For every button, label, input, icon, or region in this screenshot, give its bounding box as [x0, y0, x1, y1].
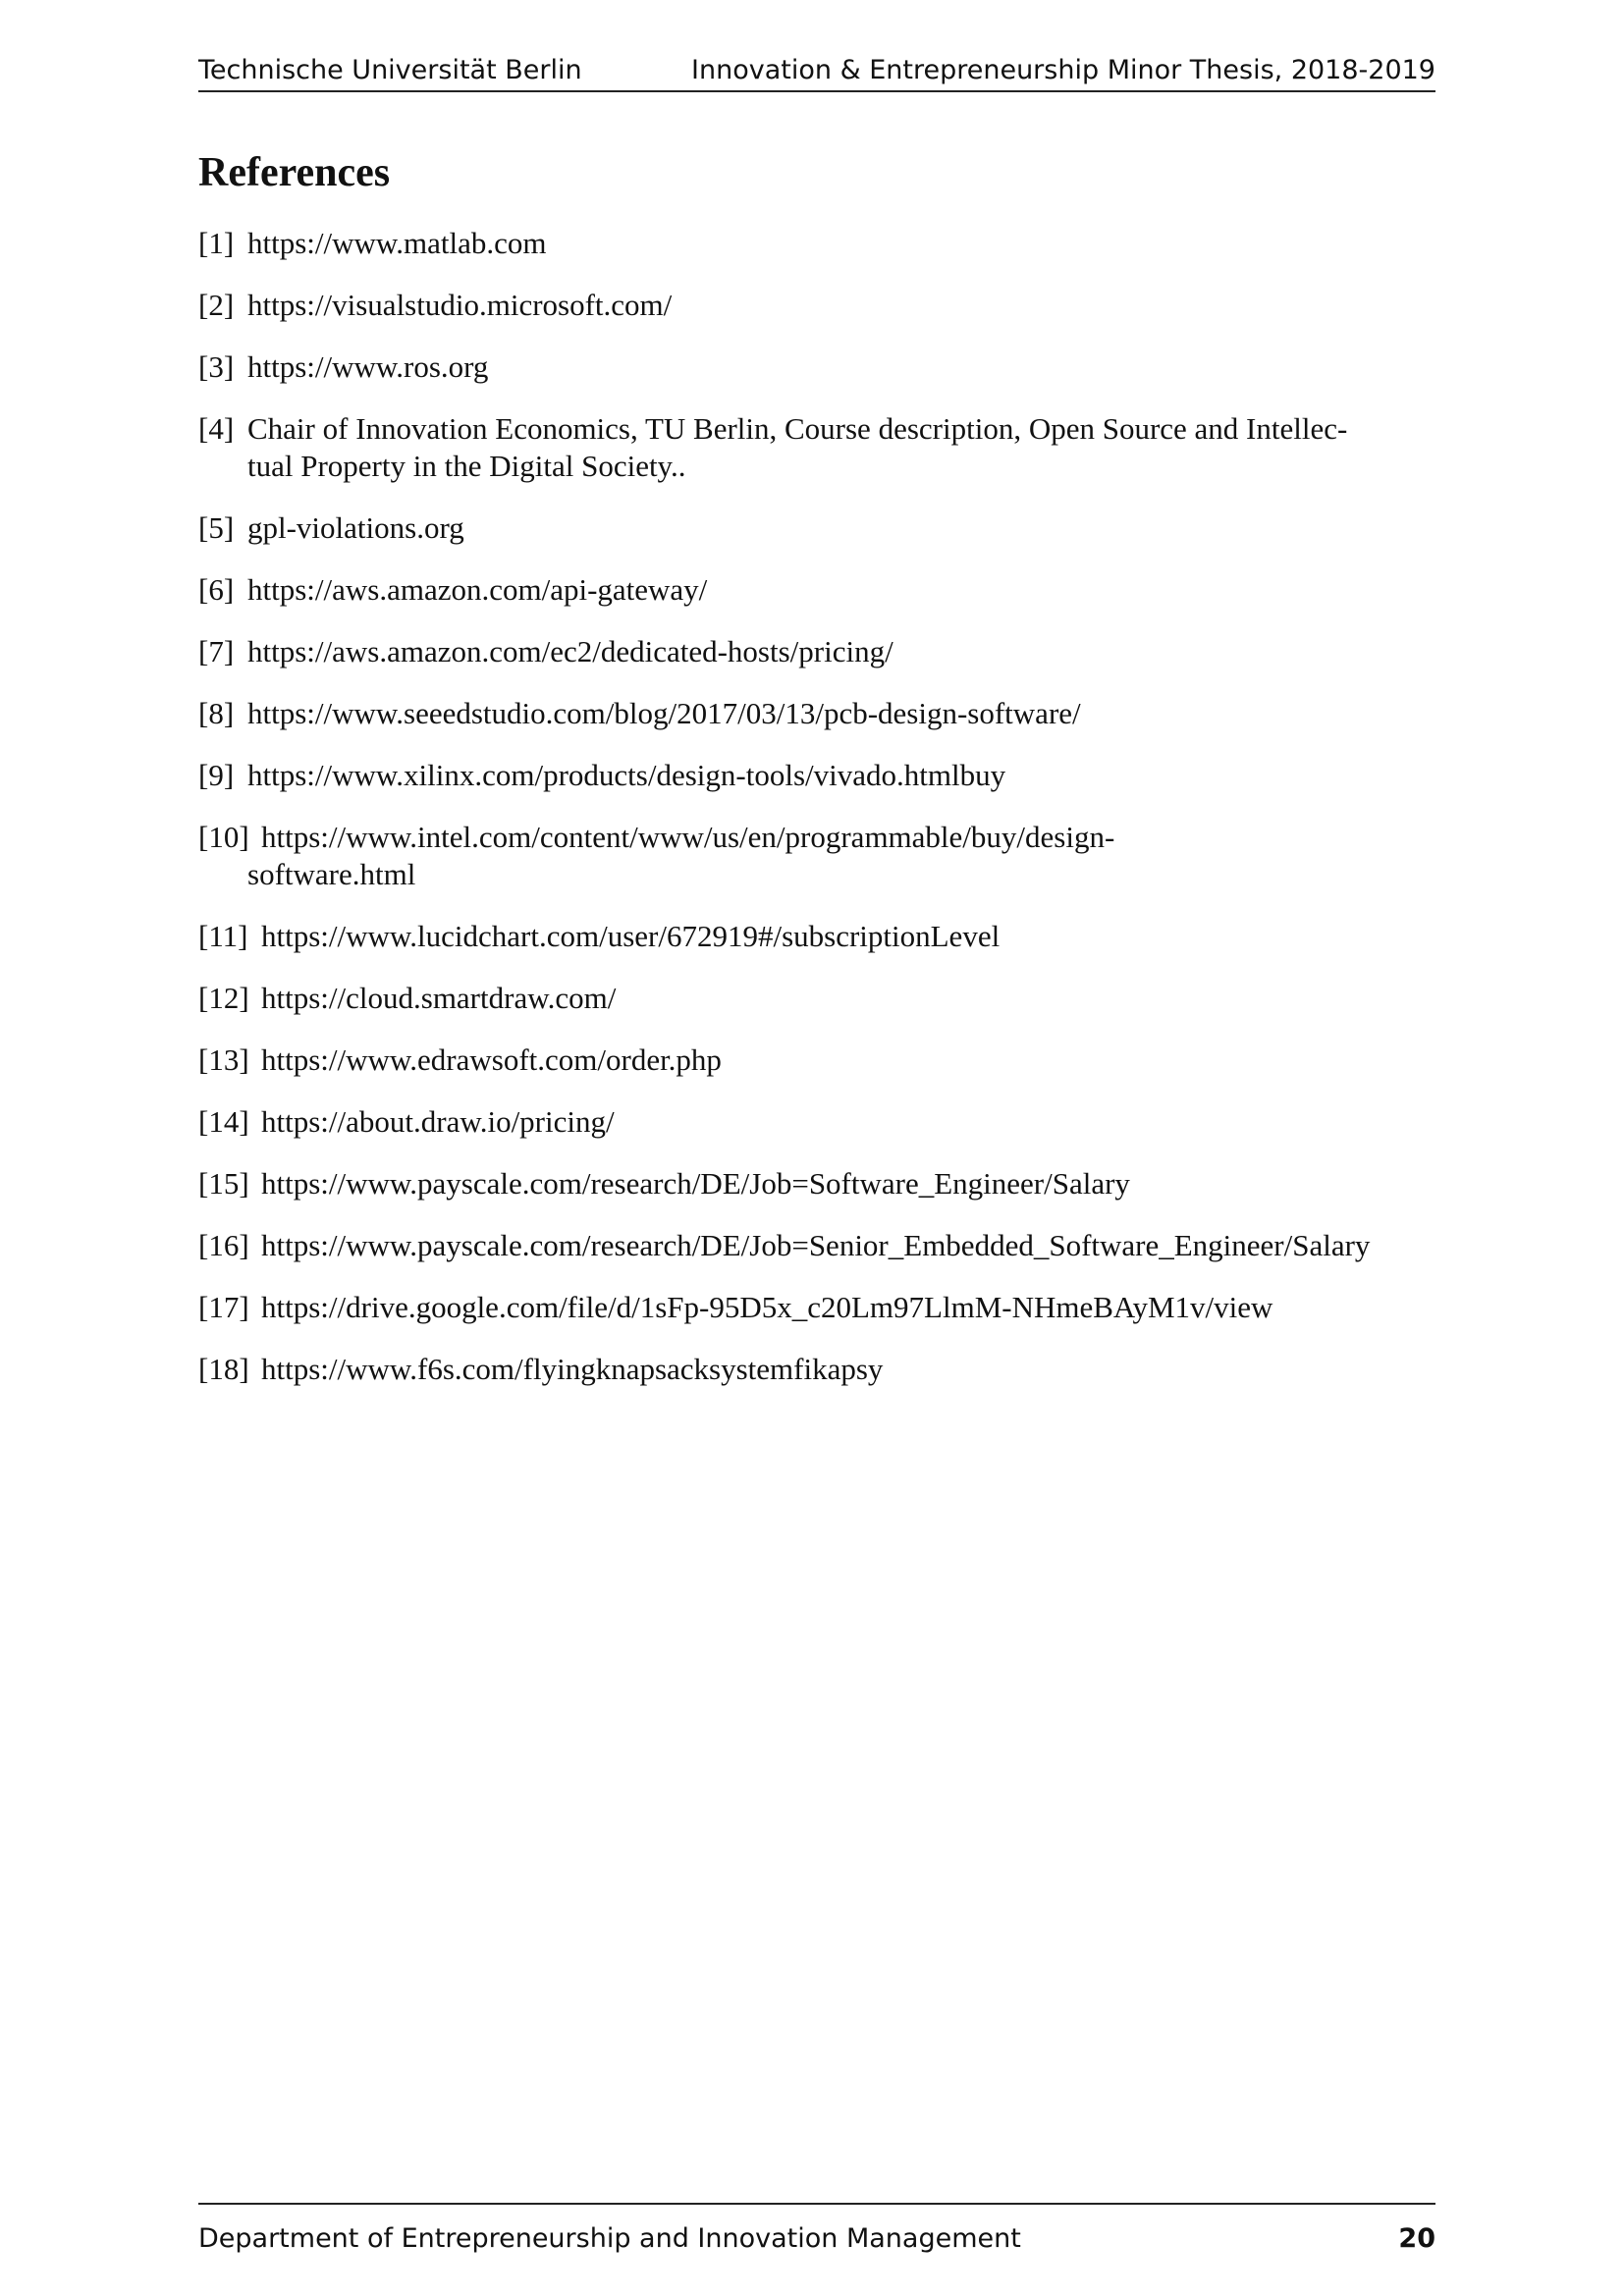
reference-link[interactable]: https://aws.amazon.com/ec2/dedicated-hos…: [247, 634, 893, 668]
reference-number: [4]: [198, 411, 235, 446]
reference-item: [2] https://visualstudio.microsoft.com/: [198, 287, 1494, 324]
reference-item: [15] https://www.payscale.com/research/DE…: [198, 1165, 1494, 1202]
reference-item: [16] https://www.payscale.com/research/DE…: [198, 1227, 1494, 1264]
reference-link-continued[interactable]: software.html: [198, 856, 1494, 893]
reference-item: [10] https://www.intel.com/content/www/us…: [198, 819, 1494, 893]
reference-number: [5]: [198, 510, 235, 545]
footer-department: Department of Entrepreneurship and Innov…: [198, 2223, 1021, 2254]
reference-link[interactable]: https://www.payscale.com/research/DE/Job…: [261, 1228, 1370, 1262]
reference-link[interactable]: https://www.ros.org: [247, 349, 488, 384]
reference-number: [18]: [198, 1352, 249, 1386]
reference-link[interactable]: https://www.seeedstudio.com/blog/2017/03…: [247, 696, 1081, 730]
reference-link[interactable]: https://drive.google.com/file/d/1sFp-95D…: [261, 1290, 1272, 1324]
reference-item: [4] Chair of Innovation Economics, TU Ber…: [198, 410, 1494, 485]
reference-item: [18] https://www.f6s.com/flyingknapsacksy…: [198, 1351, 1494, 1388]
header-thesis-title: Innovation & Entrepreneurship Minor Thes…: [691, 55, 1435, 85]
reference-link[interactable]: gpl-violations.org: [247, 510, 464, 545]
reference-item: [13] https://www.edrawsoft.com/order.php: [198, 1041, 1494, 1079]
reference-number: [13]: [198, 1042, 249, 1077]
reference-link[interactable]: https://www.f6s.com/flyingknapsacksystem…: [261, 1352, 883, 1386]
reference-number: [1]: [198, 226, 235, 260]
reference-item: [7] https://aws.amazon.com/ec2/dedicated-…: [198, 633, 1494, 670]
reference-number: [15]: [198, 1166, 249, 1201]
reference-item: [17] https://drive.google.com/file/d/1sFp…: [198, 1289, 1494, 1326]
reference-number: [16]: [198, 1228, 249, 1262]
reference-list: [1] https://www.matlab.com [2] https://vis…: [198, 225, 1494, 1413]
page-footer: Department of Entrepreneurship and Innov…: [198, 2203, 1435, 2254]
page-number: 20: [1398, 2223, 1435, 2254]
reference-link[interactable]: https://www.intel.com/content/www/us/en/…: [261, 820, 1114, 854]
reference-number: [3]: [198, 349, 235, 384]
reference-text-continued: tual Property in the Digital Society..: [247, 449, 686, 483]
reference-item: [9] https://www.xilinx.com/products/desig…: [198, 757, 1494, 794]
reference-item: [14] https://about.draw.io/pricing/: [198, 1103, 1494, 1141]
page-header: Technische Universität Berlin Innovation…: [198, 51, 1435, 92]
reference-number: [11]: [198, 919, 248, 953]
reference-link[interactable]: https://www.matlab.com: [247, 226, 547, 260]
reference-number: [8]: [198, 696, 235, 730]
reference-link[interactable]: https://aws.amazon.com/api-gateway/: [247, 572, 707, 607]
reference-link[interactable]: https://www.lucidchart.com/user/672919#/…: [261, 919, 1000, 953]
reference-link[interactable]: https://www.payscale.com/research/DE/Job…: [261, 1166, 1130, 1201]
reference-item: [11] https://www.lucidchart.com/user/6729…: [198, 918, 1494, 955]
header-institution: Technische Universität Berlin: [198, 55, 582, 85]
reference-item: [8] https://www.seeedstudio.com/blog/2017…: [198, 695, 1494, 732]
reference-item: [1] https://www.matlab.com: [198, 225, 1494, 262]
reference-item: [12] https://cloud.smartdraw.com/: [198, 980, 1494, 1017]
reference-number: [6]: [198, 572, 235, 607]
reference-link[interactable]: https://visualstudio.microsoft.com/: [247, 288, 672, 322]
reference-number: [7]: [198, 634, 235, 668]
reference-text: Chair of Innovation Economics, TU Berlin…: [247, 411, 1348, 446]
reference-link[interactable]: https://about.draw.io/pricing/: [261, 1104, 615, 1139]
reference-number: [12]: [198, 981, 249, 1015]
reference-item: [3] https://www.ros.org: [198, 348, 1494, 386]
reference-item: [6] https://aws.amazon.com/api-gateway/: [198, 571, 1494, 609]
reference-number: [10]: [198, 820, 249, 854]
reference-item: [5] gpl-violations.org: [198, 509, 1494, 547]
reference-link[interactable]: https://www.xilinx.com/products/design-t…: [247, 758, 1005, 792]
reference-number: [9]: [198, 758, 235, 792]
reference-number: [14]: [198, 1104, 249, 1139]
reference-link[interactable]: https://www.edrawsoft.com/order.php: [261, 1042, 722, 1077]
reference-number: [17]: [198, 1290, 249, 1324]
reference-number: [2]: [198, 288, 235, 322]
section-title: References: [198, 150, 391, 195]
reference-link[interactable]: https://cloud.smartdraw.com/: [261, 981, 616, 1015]
